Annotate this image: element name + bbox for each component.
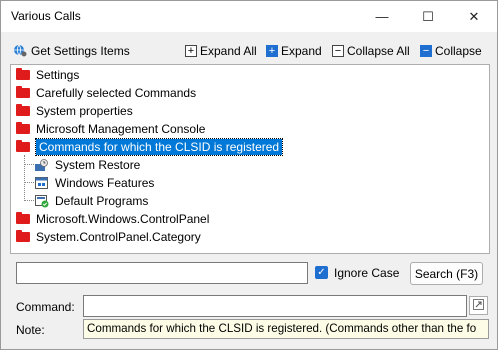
folder-icon — [16, 122, 30, 134]
tree-item-label: Settings — [36, 68, 80, 82]
collapse-all-icon: − — [332, 45, 344, 57]
note-label: Note: — [16, 323, 45, 337]
tree-item[interactable]: Microsoft.Windows.ControlPanel — [16, 210, 209, 228]
title-bar[interactable]: Various Calls — ☐ ✕ — [1, 1, 497, 32]
expand-label: Expand — [281, 44, 322, 58]
tree-item-label: Microsoft Management Console — [36, 122, 206, 136]
tree-connector — [24, 164, 34, 165]
window-title: Various Calls — [11, 9, 81, 23]
search-button[interactable]: Search (F3) — [410, 262, 483, 285]
maximize-icon: ☐ — [422, 8, 434, 24]
collapse-button[interactable]: − Collapse — [420, 43, 482, 59]
tree-item-label: System Restore — [55, 158, 141, 172]
main-window: Various Calls — ☐ ✕ Get Settings Items +… — [0, 0, 498, 350]
close-icon: ✕ — [468, 8, 480, 24]
collapse-label: Collapse — [435, 44, 482, 58]
tree-item[interactable]: Windows Features — [35, 174, 154, 192]
default-programs-icon — [35, 194, 49, 208]
tree-item[interactable]: Default Programs — [35, 192, 148, 210]
collapse-all-label: Collapse All — [347, 44, 410, 58]
folder-icon — [16, 68, 30, 80]
tree-view[interactable]: Settings Carefully selected Commands Sys… — [10, 64, 490, 254]
windows-features-icon — [35, 176, 49, 190]
search-input[interactable] — [16, 262, 308, 284]
expand-all-button[interactable]: + Expand All — [185, 43, 257, 59]
tree-item-label: Default Programs — [55, 194, 149, 208]
tree-connector — [24, 155, 25, 201]
folder-icon — [16, 230, 30, 242]
ignore-case-checkbox[interactable]: ✓ — [315, 266, 328, 279]
tree-item-label: Carefully selected Commands — [36, 86, 197, 100]
folder-icon — [16, 86, 30, 98]
expand-button[interactable]: + Expand — [266, 43, 322, 59]
system-restore-icon — [35, 158, 49, 172]
ignore-case-label[interactable]: Ignore Case — [334, 266, 399, 280]
tree-item[interactable]: System.ControlPanel.Category — [16, 228, 201, 246]
tree-item[interactable]: Microsoft Management Console — [16, 120, 205, 138]
open-external-icon — [473, 298, 484, 313]
folder-icon — [16, 104, 30, 116]
checkmark-icon: ✓ — [317, 267, 326, 278]
get-settings-items-button[interactable]: Get Settings Items — [13, 43, 130, 59]
tree-item[interactable]: System properties — [16, 102, 133, 120]
tree-item-label: System.ControlPanel.Category — [36, 230, 201, 244]
collapse-icon: − — [420, 45, 432, 57]
minimize-icon: — — [375, 9, 389, 24]
tree-item-label: System properties — [36, 104, 133, 118]
expand-all-icon: + — [185, 45, 197, 57]
toolbar: Get Settings Items + Expand All + Expand… — [1, 41, 497, 61]
tree-item-label: Windows Features — [55, 176, 155, 190]
tree-item[interactable]: Settings — [16, 66, 79, 84]
note-text: Commands for which the CLSID is register… — [83, 319, 489, 339]
expand-icon: + — [266, 45, 278, 57]
tree-connector — [24, 182, 34, 183]
tree-item[interactable]: System Restore — [35, 156, 140, 174]
open-command-button[interactable] — [469, 296, 488, 315]
command-input[interactable] — [83, 295, 467, 317]
get-settings-items-label: Get Settings Items — [31, 44, 130, 58]
search-button-label: Search (F3) — [414, 266, 479, 281]
collapse-all-button[interactable]: − Collapse All — [332, 43, 410, 59]
tree-item-label: Microsoft.Windows.ControlPanel — [36, 212, 210, 226]
close-button[interactable]: ✕ — [451, 1, 497, 32]
globe-gear-icon — [13, 43, 27, 60]
folder-icon — [16, 140, 30, 152]
tree-item[interactable]: Carefully selected Commands — [16, 84, 196, 102]
command-label: Command: — [16, 300, 75, 314]
tree-item-label: Commands for which the CLSID is register… — [34, 138, 284, 156]
tree-item-selected[interactable]: Commands for which the CLSID is register… — [16, 138, 284, 156]
minimize-button[interactable]: — — [359, 1, 405, 32]
expand-all-label: Expand All — [200, 44, 257, 58]
folder-icon — [16, 212, 30, 224]
maximize-button[interactable]: ☐ — [405, 1, 451, 32]
tree-connector — [24, 200, 34, 201]
